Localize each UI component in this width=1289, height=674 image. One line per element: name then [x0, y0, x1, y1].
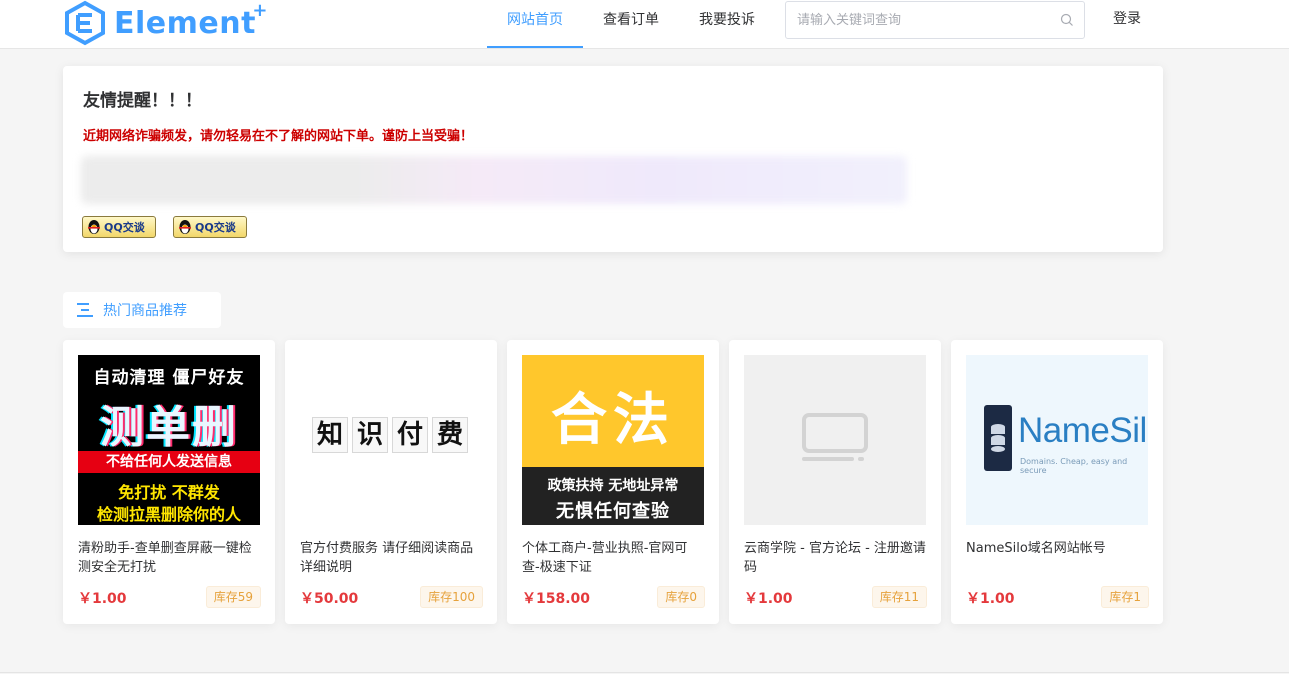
product-card[interactable]: 知 识 付 费 官方付费服务 请仔细阅读商品详细说明 ￥50.00 库存100 — [285, 340, 497, 624]
qq-chat-label: QQ交谈 — [195, 221, 236, 234]
qq-chat-button[interactable]: QQ交谈 — [173, 216, 247, 238]
product-price: ￥50.00 — [300, 591, 359, 607]
qq-penguin-icon — [179, 220, 191, 234]
product-name[interactable]: 官方付费服务 请仔细阅读商品详细说明 — [300, 539, 482, 577]
qq-chat-button[interactable]: QQ交谈 — [82, 216, 156, 238]
stock-badge: 库存59 — [205, 586, 261, 608]
product-card[interactable]: NameSilo Domains. Cheap, easy and secure… — [951, 340, 1163, 624]
notice-card: 友情提醒！！！ 近期网络诈骗频发，请勿轻易在不了解的网站下单。谨防上当受骗！ Q… — [63, 66, 1163, 252]
thumb-text: 检测拉黑删除你的人 — [96, 505, 241, 524]
product-card[interactable]: 自动清理 僵尸好友 测单删 不给任何人发送信息 免打扰 不群发 检测拉黑删除你的… — [63, 340, 275, 624]
blurred-content — [81, 156, 907, 204]
login-link[interactable]: 登录 — [1113, 0, 1141, 38]
product-name[interactable]: NameSilo域名网站帐号 — [966, 539, 1148, 558]
nav-complain[interactable]: 我要投诉 — [692, 0, 762, 48]
product-price: ￥1.00 — [744, 591, 793, 607]
product-card[interactable]: 云商学院 - 官方论坛 - 注册邀请码 ￥1.00 库存11 — [729, 340, 941, 624]
search-icon[interactable] — [1060, 13, 1074, 27]
thumb-text: 合法 — [551, 388, 675, 453]
product-price: ￥1.00 — [78, 591, 127, 607]
product-thumbnail — [744, 355, 926, 525]
product-name[interactable]: 个体工商户-营业执照-官网可查-极速下证 — [522, 539, 704, 577]
thumb-text: 测单删 — [100, 402, 238, 453]
product-thumbnail: 自动清理 僵尸好友 测单删 不给任何人发送信息 免打扰 不群发 检测拉黑删除你的… — [78, 355, 260, 525]
stock-badge: 库存0 — [657, 586, 705, 608]
thumb-text: 不给任何人发送信息 — [78, 451, 260, 473]
hot-products-header: 热门商品推荐 — [63, 292, 221, 328]
thumb-text: 政策扶持 无地址异常 — [547, 478, 679, 494]
menu-list-icon — [77, 303, 93, 317]
product-name[interactable]: 清粉助手-查单删查屏蔽一键检测安全无打扰 — [78, 539, 260, 577]
product-thumbnail: NameSilo Domains. Cheap, easy and secure — [966, 355, 1148, 525]
notice-title: 友情提醒！！！ — [83, 91, 202, 111]
nav-home[interactable]: 网站首页 — [487, 0, 583, 48]
stock-badge: 库存1 — [1101, 586, 1149, 608]
thumb-char: 付 — [392, 417, 428, 453]
site-logo[interactable]: Element + — [62, 0, 268, 46]
top-navbar: Element+ 网站首页 查看订单 我要投诉 登录 — [0, 0, 1289, 49]
thumb-char: 知 — [312, 417, 348, 453]
product-price: ￥158.00 — [522, 591, 591, 607]
logo-text: Element + — [114, 0, 268, 41]
thumb-brand: NameSilo — [1018, 411, 1148, 450]
thumb-tiles: 知 识 付 费 — [312, 417, 468, 453]
thumb-text: 无惧任何查验 — [556, 501, 670, 522]
product-price: ￥1.00 — [966, 591, 1015, 607]
search-input[interactable] — [786, 2, 1046, 38]
thumb-char: 识 — [352, 417, 388, 453]
namesilo-logo-icon — [984, 405, 1012, 471]
thumb-text: 免打扰 不群发 — [118, 483, 220, 502]
notice-warning: 近期网络诈骗频发，请勿轻易在不了解的网站下单。谨防上当受骗！ — [83, 129, 474, 144]
product-thumbnail: 知 识 付 费 — [300, 355, 482, 525]
footer-divider — [0, 672, 1289, 673]
qq-penguin-icon — [88, 220, 100, 234]
stock-badge: 库存11 — [871, 586, 927, 608]
nav-orders[interactable]: 查看订单 — [597, 0, 665, 48]
thumb-tagline: Domains. Cheap, easy and secure — [1020, 457, 1128, 475]
stock-badge: 库存100 — [420, 586, 483, 608]
element-hexagon-icon — [65, 0, 105, 46]
product-name[interactable]: 云商学院 - 官方论坛 - 注册邀请码 — [744, 539, 926, 577]
thumb-text: 自动清理 僵尸好友 — [93, 368, 245, 388]
logo-plus: + — [252, 0, 268, 21]
thumb-char: 费 — [432, 417, 468, 453]
section-title: 热门商品推荐 — [103, 303, 187, 319]
image-placeholder-icon — [802, 413, 868, 461]
qq-chat-label: QQ交谈 — [104, 221, 145, 234]
product-thumbnail: 合法 政策扶持 无地址异常 无惧任何查验 — [522, 355, 704, 525]
product-card[interactable]: 合法 政策扶持 无地址异常 无惧任何查验 个体工商户-营业执照-官网可查-极速下… — [507, 340, 719, 624]
search-box — [785, 1, 1085, 39]
